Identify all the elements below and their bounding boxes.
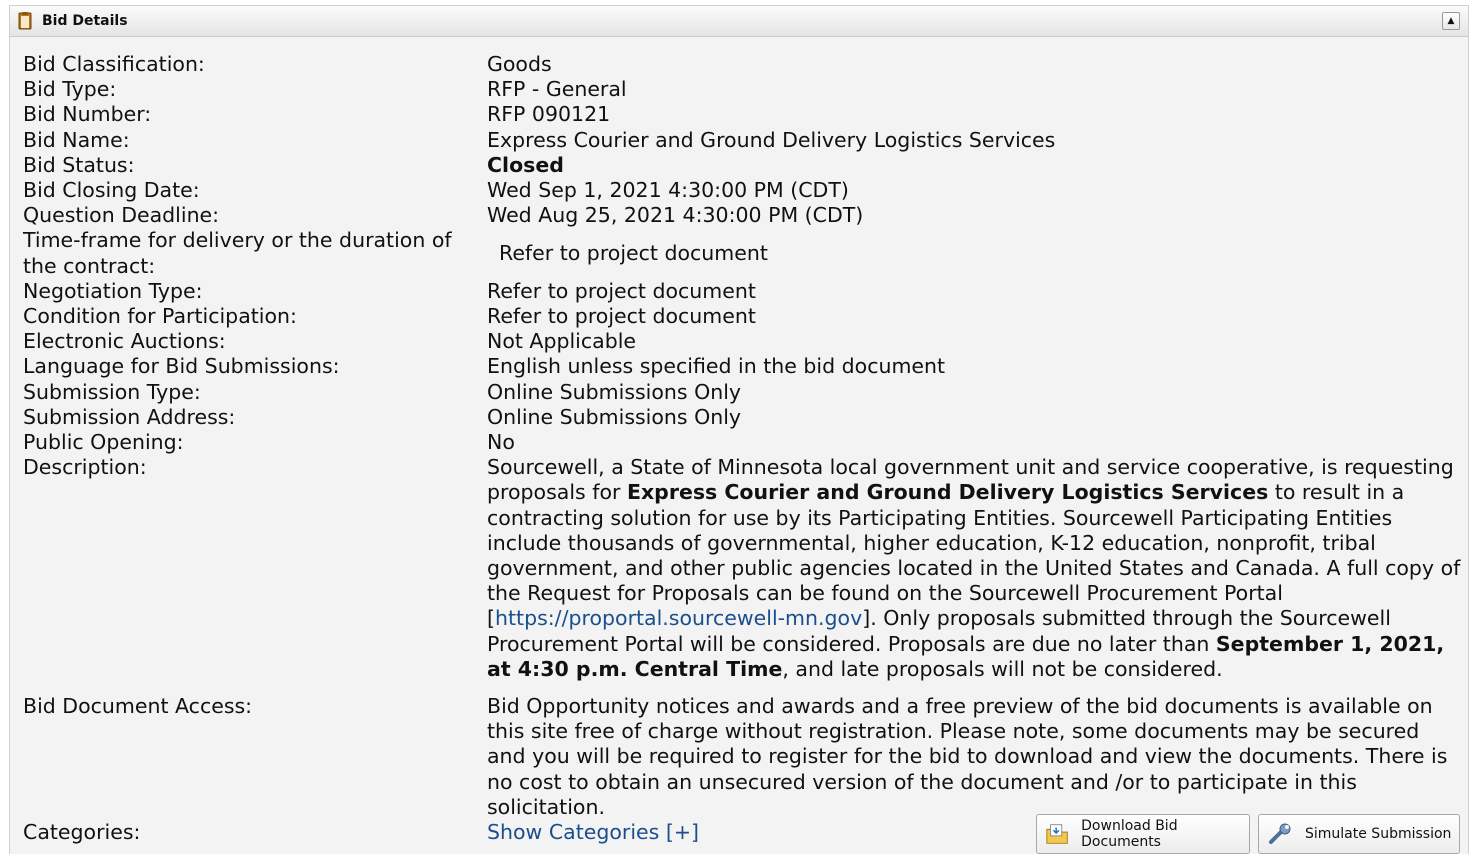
show-categories-link[interactable]: Show Categories [+] bbox=[487, 820, 699, 844]
bid-clipboard-icon bbox=[18, 12, 32, 30]
row-condition: Condition for Participation: Refer to pr… bbox=[23, 304, 1463, 329]
row-document-access: Bid Document Access: Bid Opportunity not… bbox=[23, 694, 1463, 820]
row-auctions: Electronic Auctions: Not Applicable bbox=[23, 329, 1463, 354]
description-label: Description: bbox=[23, 455, 147, 480]
document-access-value: Bid Opportunity notices and awards and a… bbox=[487, 694, 1448, 819]
submission-type-value: Online Submissions Only bbox=[487, 379, 742, 404]
bid-details-table: Bid Classification: Goods Bid Type: RFP … bbox=[23, 52, 1463, 845]
description-text: , and late proposals will not be conside… bbox=[782, 656, 1223, 681]
timeframe-label: Time-frame for delivery or the duration … bbox=[23, 228, 452, 278]
row-classification: Bid Classification: Goods bbox=[23, 52, 1463, 77]
number-label: Bid Number: bbox=[23, 102, 152, 127]
auctions-label: Electronic Auctions: bbox=[23, 329, 226, 354]
row-language: Language for Bid Submissions: English un… bbox=[23, 354, 1463, 379]
portal-link[interactable]: https://proportal.sourcewell-mn.gov bbox=[495, 606, 862, 630]
row-name: Bid Name: Express Courier and Ground Del… bbox=[23, 128, 1463, 153]
type-value: RFP - General bbox=[487, 77, 627, 102]
name-value: Express Courier and Ground Delivery Logi… bbox=[487, 127, 1056, 152]
row-public-opening: Public Opening: No bbox=[23, 430, 1463, 455]
negotiation-value: Refer to project document bbox=[487, 278, 756, 303]
wrench-icon bbox=[1269, 823, 1291, 844]
panel-header: Bid Details ▲ bbox=[10, 6, 1468, 37]
description-bold-service: Express Courier and Ground Delivery Logi… bbox=[626, 480, 1269, 505]
description-value: Sourcewell, a State of Minnesota local g… bbox=[487, 455, 1463, 682]
classification-label: Bid Classification: bbox=[23, 52, 205, 76]
type-label: Bid Type: bbox=[23, 77, 117, 102]
name-label: Bid Name: bbox=[23, 127, 130, 152]
simulate-submission-button[interactable]: Simulate Submission bbox=[1258, 814, 1460, 854]
condition-value: Refer to project document bbox=[487, 304, 756, 329]
submission-address-value: Online Submissions Only bbox=[487, 404, 742, 429]
collapse-button[interactable]: ▲ bbox=[1442, 12, 1460, 30]
row-question-deadline: Question Deadline: Wed Aug 25, 2021 4:30… bbox=[23, 203, 1463, 228]
number-value: RFP 090121 bbox=[487, 102, 611, 127]
download-button-label: Download Bid Documents bbox=[1081, 818, 1178, 850]
status-label: Bid Status: bbox=[23, 152, 135, 177]
row-number: Bid Number: RFP 090121 bbox=[23, 102, 1463, 127]
row-submission-type: Submission Type: Online Submissions Only bbox=[23, 380, 1463, 405]
timeframe-value: Refer to project document bbox=[499, 241, 768, 266]
question-deadline-value: Wed Aug 25, 2021 4:30:00 PM (CDT) bbox=[487, 203, 864, 228]
submission-address-label: Submission Address: bbox=[23, 404, 236, 429]
document-access-label: Bid Document Access: bbox=[23, 694, 253, 719]
row-submission-address: Submission Address: Online Submissions O… bbox=[23, 405, 1463, 430]
classification-value: Goods bbox=[487, 52, 552, 76]
row-status: Bid Status: Closed bbox=[23, 153, 1463, 178]
closing-date-value: Wed Sep 1, 2021 4:30:00 PM (CDT) bbox=[487, 178, 849, 203]
download-bid-documents-button[interactable]: Download Bid Documents bbox=[1036, 814, 1250, 854]
question-deadline-label: Question Deadline: bbox=[23, 203, 220, 228]
public-opening-value: No bbox=[487, 430, 515, 455]
panel-title: Bid Details bbox=[42, 13, 128, 29]
language-value: English unless specified in the bid docu… bbox=[487, 354, 946, 379]
categories-label: Categories: bbox=[23, 820, 141, 845]
closing-date-label: Bid Closing Date: bbox=[23, 178, 200, 203]
negotiation-label: Negotiation Type: bbox=[23, 278, 203, 303]
condition-label: Condition for Participation: bbox=[23, 304, 297, 329]
simulate-button-label: Simulate Submission bbox=[1305, 826, 1452, 842]
row-negotiation: Negotiation Type: Refer to project docum… bbox=[23, 279, 1463, 304]
status-value: Closed bbox=[487, 152, 564, 177]
row-description: Description: Sourcewell, a State of Minn… bbox=[23, 455, 1463, 682]
submission-type-label: Submission Type: bbox=[23, 379, 201, 404]
row-timeframe: Time-frame for delivery or the duration … bbox=[23, 228, 1463, 278]
language-label: Language for Bid Submissions: bbox=[23, 354, 340, 379]
folder-download-icon bbox=[1046, 824, 1068, 844]
auctions-value: Not Applicable bbox=[487, 329, 637, 354]
row-type: Bid Type: RFP - General bbox=[23, 77, 1463, 102]
row-closing-date: Bid Closing Date: Wed Sep 1, 2021 4:30:0… bbox=[23, 178, 1463, 203]
bid-details-panel: Bid Details ▲ Bid Classification: Goods … bbox=[9, 5, 1469, 854]
public-opening-label: Public Opening: bbox=[23, 430, 184, 455]
